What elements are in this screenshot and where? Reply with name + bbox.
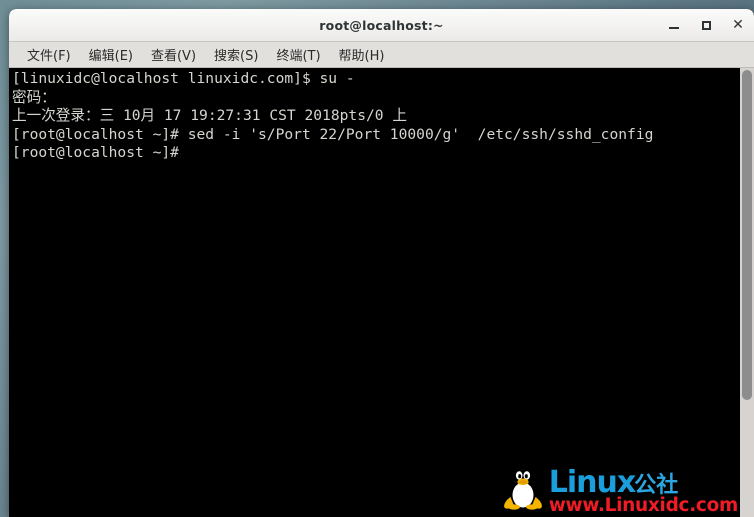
terminal-window: root@localhost:~ ✕ 文件(F) 编辑(E) 查看(V) 搜索(… [9, 9, 754, 517]
desktop-background: root@localhost:~ ✕ 文件(F) 编辑(E) 查看(V) 搜索(… [0, 0, 754, 517]
menu-item-view[interactable]: 查看(V) [142, 43, 205, 67]
terminal-line: [linuxidc@localhost linuxidc.com]$ su - [12, 70, 355, 87]
menu-item-help[interactable]: 帮助(H) [330, 43, 394, 67]
menu-item-file[interactable]: 文件(F) [18, 43, 80, 67]
terminal-body[interactable]: [linuxidc@localhost linuxidc.com]$ su - … [9, 68, 754, 517]
window-title: root@localhost:~ [319, 17, 444, 33]
menu-item-edit[interactable]: 编辑(E) [80, 43, 142, 67]
terminal-line: 密码： [12, 88, 56, 106]
terminal-line: [root@localhost ~]# sed -i 's/Port 22/Po… [12, 125, 654, 143]
terminal-scrollbar[interactable] [739, 68, 754, 517]
close-button[interactable]: ✕ [730, 17, 746, 33]
terminal-output[interactable]: [linuxidc@localhost linuxidc.com]$ su - … [9, 68, 739, 517]
menu-bar: 文件(F) 编辑(E) 查看(V) 搜索(S) 终端(T) 帮助(H) [9, 42, 754, 68]
maximize-button[interactable] [698, 17, 714, 33]
window-controls: ✕ [666, 9, 746, 41]
close-icon: ✕ [732, 17, 744, 33]
terminal-prompt-line: [root@localhost ~]# [12, 144, 188, 162]
menu-item-search[interactable]: 搜索(S) [205, 43, 267, 67]
minimize-icon [669, 27, 679, 29]
menu-item-terminal[interactable]: 终端(T) [267, 43, 329, 67]
scrollbar-thumb[interactable] [742, 70, 752, 400]
window-titlebar[interactable]: root@localhost:~ ✕ [9, 9, 754, 42]
maximize-icon [701, 20, 711, 30]
terminal-line: 上一次登录：三 10月 17 19:27:31 CST 2018pts/0 上 [12, 107, 407, 125]
minimize-button[interactable] [666, 17, 682, 33]
